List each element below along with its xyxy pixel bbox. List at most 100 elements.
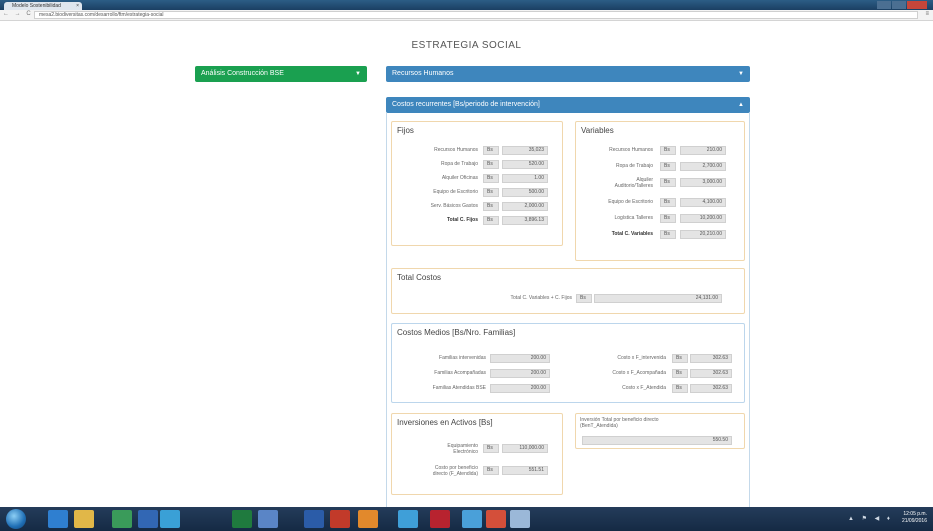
clock[interactable]: 12:05 p.m. 21/09/2016 xyxy=(902,511,927,525)
variables-row: Equipo de Escritorio Bs 4,100.00 xyxy=(576,198,746,208)
variables-row: Alquiler Auditorio/Talleres Bs 3,000.00 xyxy=(576,177,746,188)
inversiones-panel: Inversiones en Activos [Bs] Equipamiento… xyxy=(391,413,563,495)
variables-total-row: Total C. Variables Bs 20,210.00 xyxy=(576,230,746,240)
skype-taskbar-icon[interactable] xyxy=(398,510,418,528)
value-field: 200.00 xyxy=(490,354,550,363)
row-label: Ropa de Trabajo xyxy=(616,163,653,169)
total-costos-panel: Total Costos Total C. Variables + C. Fij… xyxy=(391,268,745,314)
costos-section-body: Fijos Recursos Humanos Bs 35,023 Ropa de… xyxy=(386,113,750,510)
browser-taskbar-icon[interactable] xyxy=(462,510,482,528)
start-button[interactable] xyxy=(6,509,26,529)
value-field: 20,210.00 xyxy=(680,230,726,239)
currency-field: Bs xyxy=(483,466,499,475)
browser-tab[interactable]: Modelo Sostenibilidad × xyxy=(4,2,82,10)
currency-field: Bs xyxy=(576,294,592,303)
costos-medios-title: Costos Medios [Bs/Nro. Familias] xyxy=(397,328,516,337)
value-field: 500.00 xyxy=(502,188,548,197)
row-label: Total C. Fijos xyxy=(446,217,478,223)
media-taskbar-icon[interactable] xyxy=(160,510,180,528)
minimize-button[interactable] xyxy=(877,1,891,9)
browser-toolbar: ← → C mesa2.biodiversitas.com/desarrollo… xyxy=(0,10,933,21)
browser-menu-icon[interactable]: ≡ xyxy=(925,11,929,17)
close-window-button[interactable] xyxy=(907,1,927,9)
firefox-taskbar-icon[interactable] xyxy=(358,510,378,528)
row-label: Recursos Humanos xyxy=(609,147,653,153)
variables-row: Logística Talleres Bs 10,200.00 xyxy=(576,214,746,224)
analysis-dropdown[interactable]: Análisis Construcción BSE ▼ xyxy=(195,66,367,82)
caret-up-icon: ▲ xyxy=(738,102,744,108)
variables-row: Recursos Humanos Bs 210.00 xyxy=(576,146,746,156)
tab-close-icon[interactable]: × xyxy=(76,2,79,10)
word-taskbar-icon[interactable] xyxy=(304,510,324,528)
currency-field: Bs xyxy=(483,146,499,155)
variables-title: Variables xyxy=(581,126,614,135)
currency-field: Bs xyxy=(660,146,676,155)
tab-title: Modelo Sostenibilidad xyxy=(12,3,61,9)
value-field: 520.00 xyxy=(502,160,548,169)
currency-field: Bs xyxy=(483,216,499,225)
fijos-title: Fijos xyxy=(397,126,414,135)
row-label: Equipamiento Electrónico xyxy=(447,443,478,455)
value-field: 302.63 xyxy=(690,384,732,393)
value-field: 2,000.00 xyxy=(502,202,548,211)
currency-field: Bs xyxy=(660,198,676,207)
chrome-active-taskbar-icon[interactable] xyxy=(486,510,506,528)
inversiones-row: Costo por beneficio directo (F_Atendida)… xyxy=(392,465,564,477)
inversion-total-label: Inversión Total por beneficio directo (B… xyxy=(580,417,659,429)
fijos-total-row: Total C. Fijos Bs 3,896.13 xyxy=(392,216,564,226)
value-field: 210.00 xyxy=(680,146,726,155)
value-field: 302.63 xyxy=(690,354,732,363)
row-label: Logística Talleres xyxy=(614,215,653,221)
row-label: Familias Acompañadas xyxy=(434,370,486,376)
value-field: 4,100.00 xyxy=(680,198,726,207)
value-field: 3,000.00 xyxy=(680,178,726,187)
ie-taskbar-icon[interactable] xyxy=(48,510,68,528)
excel-taskbar-icon[interactable] xyxy=(232,510,252,528)
variables-panel: Variables Recursos Humanos Bs 210.00 Rop… xyxy=(575,121,745,261)
costos-section-label: Costos recurrentes [Bs/periodo de interv… xyxy=(392,101,540,108)
row-label: Equipo de Escritorio xyxy=(433,189,478,195)
total-costos-title: Total Costos xyxy=(397,273,442,282)
inversion-total-panel: Inversión Total por beneficio directo (B… xyxy=(575,413,745,449)
clock-time: 12:05 p.m. xyxy=(903,511,927,517)
row-label: Costo por beneficio directo (F_Atendida) xyxy=(432,465,478,477)
outlook-taskbar-icon[interactable] xyxy=(138,510,158,528)
currency-field: Bs xyxy=(660,178,676,187)
value-field: 200.00 xyxy=(490,384,550,393)
taskbar: ▲ ⚑ ◀ ♦ 12:05 p.m. 21/09/2016 xyxy=(0,507,933,531)
fijos-row: Recursos Humanos Bs 35,023 xyxy=(392,146,564,156)
inversiones-row: Equipamiento Electrónico Bs 110,000.00 xyxy=(392,443,564,455)
costos-medios-row: Familias intervenidas 200.00 Costo x F_i… xyxy=(392,354,746,364)
currency-field: Bs xyxy=(483,202,499,211)
inversion-total-value: 550.50 xyxy=(582,436,732,445)
row-label: Familias intervenidas xyxy=(439,355,486,361)
fijos-row: Ropa de Trabajo Bs 520.00 xyxy=(392,160,564,170)
row-label: Serv. Básicos Gastos xyxy=(430,203,478,209)
paint-taskbar-icon[interactable] xyxy=(510,510,530,528)
opera-taskbar-icon[interactable] xyxy=(430,510,450,528)
costos-medios-panel: Costos Medios [Bs/Nro. Familias] Familia… xyxy=(391,323,745,403)
rrhh-section-header[interactable]: Recursos Humanos ▼ xyxy=(386,66,750,82)
maximize-button[interactable] xyxy=(892,1,906,9)
value-field: 302.63 xyxy=(690,369,732,378)
pdf-taskbar-icon[interactable] xyxy=(330,510,350,528)
value-field: 35,023 xyxy=(502,146,548,155)
row-label: Costo x F_Atendida xyxy=(622,385,666,391)
costos-medios-row: Familias Acompañadas 200.00 Costo x F_Ac… xyxy=(392,369,746,379)
value-field: 10,200.00 xyxy=(680,214,726,223)
system-tray[interactable]: ▲ ⚑ ◀ ♦ xyxy=(848,515,893,522)
currency-field: Bs xyxy=(483,444,499,453)
total-costos-row: Total C. Variables + C. Fijos Bs 24,131.… xyxy=(392,294,746,304)
clock-date: 21/09/2016 xyxy=(901,518,927,524)
fijos-panel: Fijos Recursos Humanos Bs 35,023 Ropa de… xyxy=(391,121,563,246)
explorer-taskbar-icon[interactable] xyxy=(74,510,94,528)
address-bar[interactable]: mesa2.biodiversitas.com/desarrollo/ftm/e… xyxy=(34,11,918,19)
nav-buttons[interactable]: ← → C xyxy=(3,11,33,17)
app-taskbar-icon[interactable] xyxy=(258,510,278,528)
row-label: Recursos Humanos xyxy=(434,147,478,153)
costos-section-header[interactable]: Costos recurrentes [Bs/periodo de interv… xyxy=(386,97,750,113)
value-field: 1.00 xyxy=(502,174,548,183)
chrome-taskbar-icon[interactable] xyxy=(112,510,132,528)
currency-field: Bs xyxy=(660,230,676,239)
currency-field: Bs xyxy=(660,162,676,171)
